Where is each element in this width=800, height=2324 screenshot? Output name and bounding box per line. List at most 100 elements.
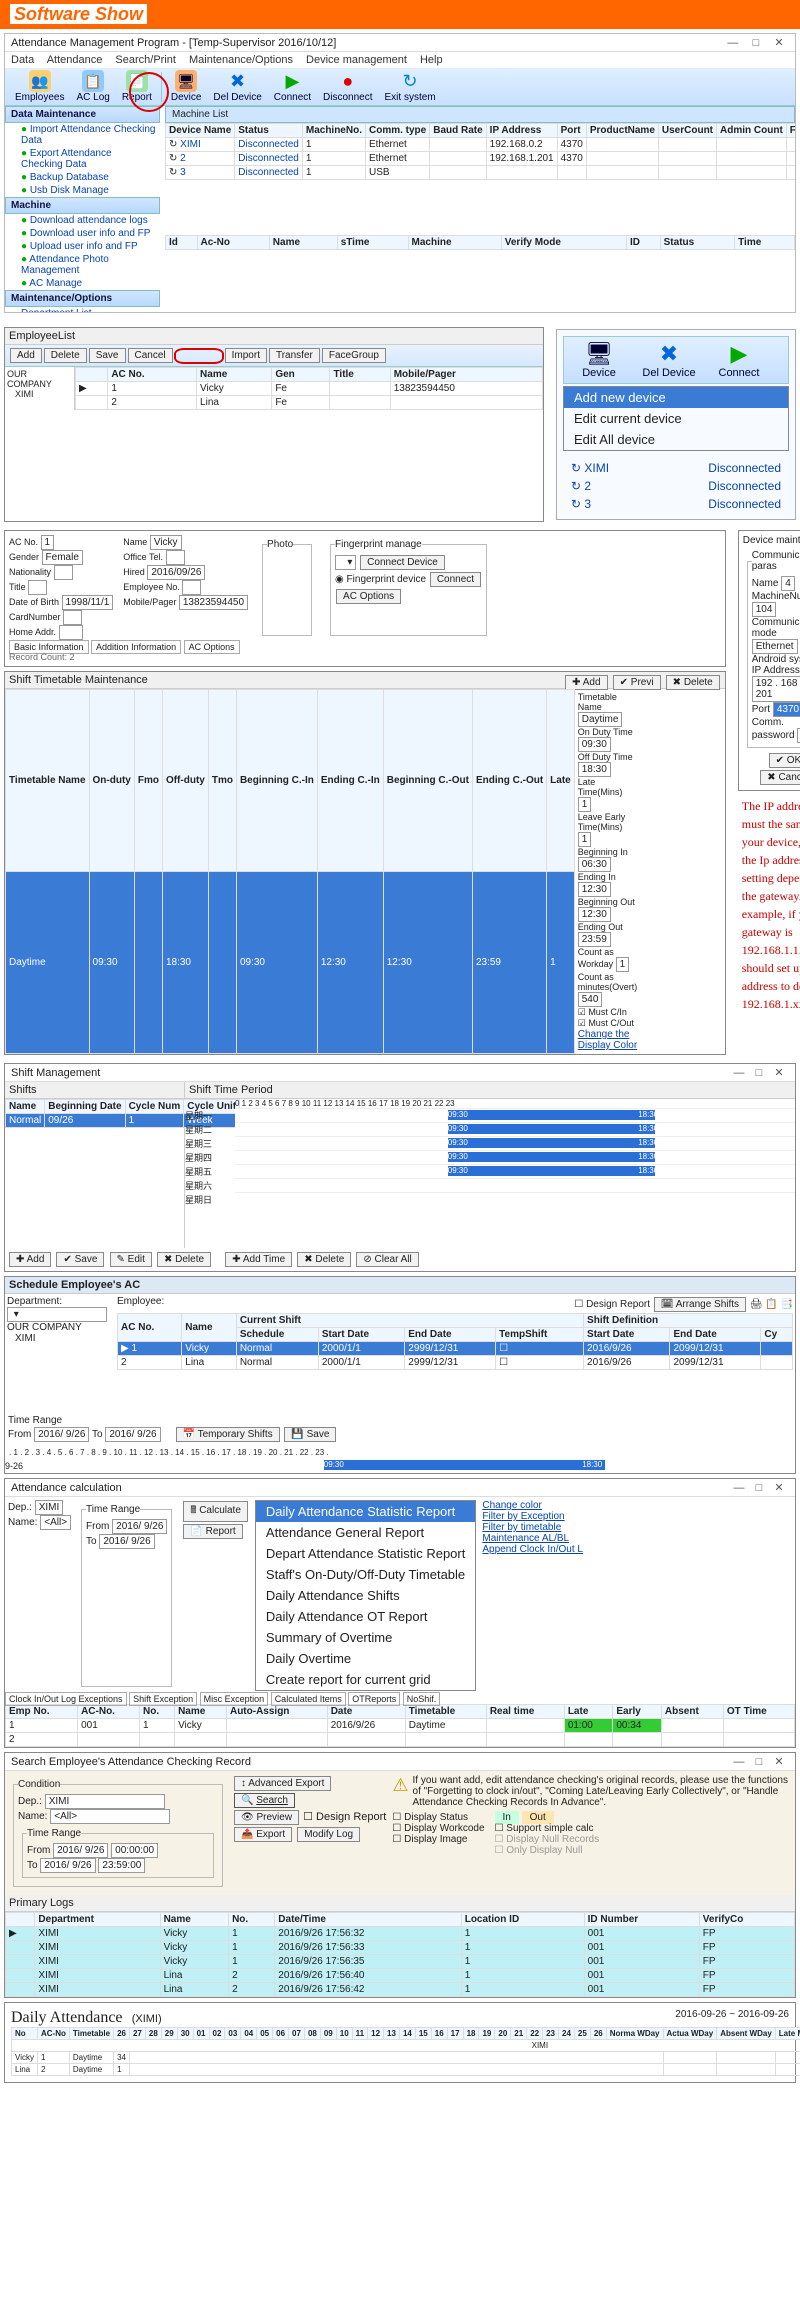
dm-ip[interactable]: 192 . 168 . 1 . 201 [752,676,800,702]
table-row[interactable]: ↻ XIMIDisconnected1Ethernet192.168.0.243… [166,138,796,152]
minimize-icon[interactable]: — [723,37,743,49]
empno-field[interactable] [182,580,201,595]
sm-del[interactable]: ✖ Delete [157,1252,211,1267]
sm-clear[interactable]: ⊘ Clear All [356,1252,418,1267]
tt-del[interactable]: ✖ Delete [666,675,720,690]
tab-addition[interactable]: Addition Information [91,640,181,654]
nat-field[interactable] [54,565,73,580]
dm-mn[interactable]: 104 [752,602,777,617]
search-btn[interactable]: 🔍 Search [234,1793,295,1808]
advexp-btn[interactable]: ↕ Advanced Export [234,1776,331,1791]
rpt-current[interactable]: Create report for current grid [256,1669,475,1690]
lnk-albl[interactable]: Maintenance AL/BL [482,1533,569,1544]
zoom-connect[interactable]: ▶Connect [704,337,774,383]
lnk-exc[interactable]: Filter by Exception [482,1511,564,1522]
dm-mode[interactable]: Ethernet [752,639,798,654]
log-row[interactable]: XIMILina22016/9/26 17:56:421001FP [6,1983,795,1997]
office-field[interactable] [166,550,185,565]
nav-backup[interactable]: Backup Database [5,171,160,184]
tb-exit[interactable]: ↻Exit system [385,70,436,103]
maximize-icon[interactable]: □ [749,1482,769,1494]
s-fromd[interactable]: 2016/ 9/26 [53,1843,108,1858]
f-eout[interactable]: 23:59 [578,932,611,947]
calc-to[interactable]: 2016/ 9/26 [99,1534,154,1549]
nav-ul-user[interactable]: Upload user info and FP [5,240,160,253]
menu-edit-current[interactable]: Edit current device [564,408,788,429]
dr-chk[interactable]: ☐ Design Report [303,1811,386,1823]
sched-row[interactable]: 2LinaNormal2000/1/12999/12/31☐2016/9/262… [118,1356,793,1370]
f-late[interactable]: 1 [578,797,592,812]
gender-field[interactable]: Female [42,550,83,565]
s-tot[interactable]: 23:59:00 [98,1858,145,1873]
from-date[interactable]: 2016/ 9/26 [34,1427,89,1442]
close-icon[interactable]: ✕ [769,1755,789,1768]
nav-export[interactable]: Export Attendance Checking Data [5,147,160,171]
tab-clockio[interactable]: Clock In/Out Log Exceptions [5,1692,127,1706]
connect-btn[interactable]: Connect [430,572,481,587]
f-on[interactable]: 09:30 [578,737,611,752]
close-icon[interactable]: ✕ [769,1066,789,1079]
f-off[interactable]: 18:30 [578,762,611,777]
emp-row[interactable]: 2LinaFe [76,396,543,410]
minimize-icon[interactable]: — [729,1067,749,1079]
tb-deldevice[interactable]: ✖Del Device [213,70,261,103]
support-calc[interactable]: ☐ Support simple calc [495,1823,594,1834]
addr-field[interactable] [59,625,84,640]
emp-save[interactable]: Save [89,348,126,363]
card-field[interactable] [63,610,82,625]
rpt-daily-stat[interactable]: Daily Attendance Statistic Report [256,1501,475,1522]
nav-usb[interactable]: Usb Disk Manage [5,184,160,197]
emp-del[interactable]: Delete [44,348,87,363]
dm-name[interactable]: 4 [781,576,795,591]
emp-cancel[interactable]: Cancel [128,348,173,363]
s-name[interactable]: <All> [50,1809,170,1824]
disp-status[interactable]: ☐ Display Status [392,1812,468,1823]
connect-device-btn[interactable]: Connect Device [360,555,445,570]
calc-name[interactable]: <All> [40,1515,71,1530]
acopt-btn[interactable]: AC Options [336,589,401,604]
log-row[interactable]: XIMIVicky12016/9/26 17:56:331001FP [6,1941,795,1955]
sm-deltime[interactable]: ✖ Delete [297,1252,351,1267]
fp-select[interactable]: ▾ [335,555,356,570]
tt-prev[interactable]: ✔ Previ [613,675,661,690]
menu-edit-all[interactable]: Edit All device [564,429,788,450]
rpt-sumot[interactable]: Summary of Overtime [256,1627,475,1648]
maximize-icon[interactable]: □ [749,1756,769,1768]
menu-data[interactable]: Data [11,54,34,66]
arrange-shifts-btn[interactable]: 🗓 Arrange Shifts [654,1297,746,1312]
maximize-icon[interactable]: □ [746,37,766,49]
zoom-device[interactable]: 🖥Device [564,337,634,383]
menu-add-device[interactable]: Add new device [564,387,788,408]
s-tod[interactable]: 2016/ 9/26 [40,1858,95,1873]
sched-row[interactable]: ▶ 1VickyNormal2000/1/12999/12/31☐2016/9/… [118,1342,793,1356]
calc-dep[interactable]: XIMI [35,1500,64,1515]
to-date[interactable]: 2016/ 9/26 [105,1427,160,1442]
modifylog-btn[interactable]: Modify Log [297,1827,360,1842]
menu-help[interactable]: Help [420,54,443,66]
nav-dl-user[interactable]: Download user info and FP [5,227,160,240]
rpt-depart[interactable]: Depart Attendance Statistic Report [256,1543,475,1564]
tab-shiftexc[interactable]: Shift Exception [129,1692,197,1706]
table-row[interactable]: ↻ 3Disconnected1USB [166,166,796,180]
nav-deptlist[interactable]: Department List [5,307,160,313]
dob-field[interactable]: 1998/11/1 [62,595,114,610]
lnk-color[interactable]: Change color [482,1500,541,1511]
machine-list-tab[interactable]: Machine List [165,106,795,123]
log-row[interactable]: XIMIVicky12016/9/26 17:56:351001FP [6,1955,795,1969]
tt-add[interactable]: ✚ Add [565,675,607,690]
dm-cancel[interactable]: ✖ Cancel [760,770,800,785]
chk-mustin[interactable]: ☑ Must C/In [578,1007,627,1017]
fpdev-radio[interactable]: ◉ Fingerprint device [335,574,426,585]
dm-ok[interactable]: ✔ OK [769,753,800,768]
sm-addtime[interactable]: ✚ Add Time [225,1252,292,1267]
nav-import[interactable]: Import Attendance Checking Data [5,123,160,147]
rpt-shifts[interactable]: Daily Attendance Shifts [256,1585,475,1606]
log-row[interactable]: ▶XIMIVicky12016/9/26 17:56:321001FP [6,1927,795,1941]
menu-attendance[interactable]: Attendance [47,54,103,66]
calc-row[interactable]: 2 [6,1733,795,1747]
f-cm[interactable]: 540 [578,992,603,1007]
menu-search[interactable]: Search/Print [115,54,176,66]
nav-dl-att[interactable]: Download attendance logs [5,214,160,227]
emp-transfer[interactable]: Transfer [269,348,320,363]
calc-from[interactable]: 2016/ 9/26 [112,1519,167,1534]
